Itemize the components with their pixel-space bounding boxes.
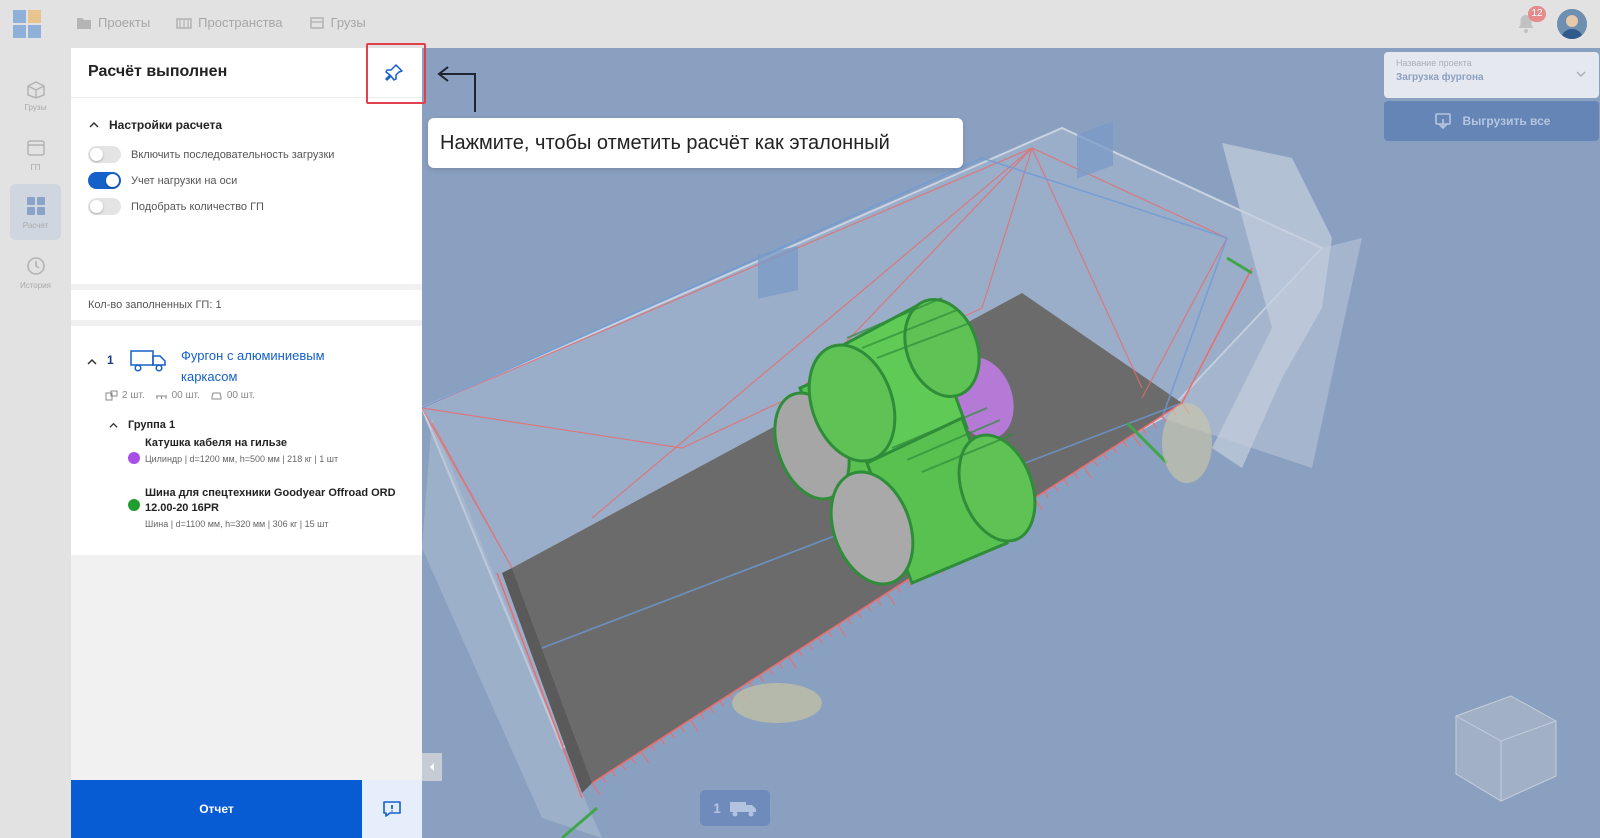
loading-sequence-label: Включить последовательность загрузки [131,148,335,161]
calculation-panel: Расчёт выполнен Настройки расчета Включи… [71,48,422,838]
cargo-color-dot [128,452,140,464]
feedback-icon [383,801,401,817]
vehicle-stats: 2 шт. 00 шт. 00 шт. [105,390,255,401]
rail-label-history: История [19,280,52,290]
clock-icon [26,256,45,275]
settings-toggle-header[interactable]: Настройки расчета [89,118,222,132]
nav-spaces-label: Пространства [198,15,283,30]
rail-label-cargo: Грузы [24,102,47,112]
group-header[interactable]: Группа 1 [109,419,175,431]
rail-item-history[interactable]: История [10,244,61,300]
rail-label-gp: ГП [30,162,41,172]
rail-item-cargo[interactable]: Грузы [10,66,61,122]
page-title: Расчёт выполнен [88,63,228,80]
cargo-desc: Шина | d=1100 мм, h=320 мм | 306 кг | 15… [145,519,329,529]
chevron-left-icon [430,763,434,771]
toggle-row-axle-load: Учет нагрузки на оси [88,172,237,189]
car-icon [211,392,222,400]
filled-count-text: Кол-во заполненных ГП: 1 [88,299,222,311]
project-select[interactable]: Название проекта Загрузка фургона [1384,52,1599,98]
grid-icon [26,196,45,215]
stat-pallets-value: 00 шт. [171,390,200,401]
calculation-settings: Настройки расчета Включить последователь… [71,98,422,284]
box-icon [309,16,324,29]
user-avatar-icon [1557,9,1587,39]
avatar[interactable] [1557,9,1587,39]
nav-cargo-label: Грузы [330,15,366,30]
stat-boxes-value: 2 шт. [122,390,145,401]
stat-vehicles: 00 шт. [210,390,255,401]
project-select-label: Название проекта [1396,58,1472,68]
stat-vehicles-value: 00 шт. [226,390,255,401]
pallet-icon [155,395,167,399]
toggle-row-loading-sequence: Включить последовательность загрузки [88,146,334,163]
feedback-button[interactable] [362,780,422,838]
unload-all-label: Выгрузить все [1462,114,1551,128]
truck-icon [130,350,166,372]
filled-count-box: Кол-во заполненных ГП: 1 [71,290,422,320]
cargo-item[interactable]: Шина для спецтехники Goodyear Offroad OR… [128,486,408,536]
settings-title: Настройки расчета [109,118,223,132]
project-select-value: Загрузка фургона [1396,72,1484,83]
axle-load-label: Учет нагрузки на оси [131,174,238,187]
nav-projects[interactable]: Проекты [76,15,150,30]
rail-label-calculation: Расчет [22,220,49,230]
chevron-up-icon [89,121,99,128]
cargo-desc: Цилиндр | d=1200 мм, h=500 мм | 218 кг |… [145,454,339,464]
vehicle-card: 1 Фургон с алюминиевым каркасом 2 шт. 00… [71,326,422,555]
rail-item-calculation[interactable]: Расчет [10,184,61,240]
unload-all-button[interactable]: Выгрузить все [1384,101,1599,141]
toggle-row-vehicle-count: Подобрать количество ГП [88,198,264,215]
tutorial-highlight [366,43,426,104]
vehicle-count-label: Подобрать количество ГП [131,200,264,213]
vehicle-number: 1 [107,353,114,367]
stat-pallets: 00 шт. [155,390,200,401]
loading-sequence-toggle[interactable] [88,146,121,163]
view-cube-icon[interactable] [1446,686,1566,806]
vehicle-selector-badge[interactable]: 1 [700,790,770,826]
rail-item-gp[interactable]: ГП [10,126,61,182]
cargo-name: Катушка кабеля на гильзе [145,437,287,449]
notification-badge: 12 [1528,6,1546,22]
stat-boxes: 2 шт. [105,390,145,401]
nav-cargo[interactable]: Грузы [309,15,366,30]
vehicle-space-icon [26,139,45,156]
cargo-color-dot [128,499,140,511]
tutorial-tooltip-text: Нажмите, чтобы отметить расчёт как этало… [440,132,890,154]
chevron-up-icon [109,422,118,428]
vehicle-badge-number: 1 [713,800,721,816]
app-logo-icon[interactable] [12,9,42,39]
truck-icon [729,802,756,817]
tutorial-tooltip: Нажмите, чтобы отметить расчёт как этало… [428,118,963,168]
axle-load-toggle[interactable] [88,172,121,189]
vehicle-name-link[interactable]: Фургон с алюминиевым каркасом [181,345,381,387]
left-rail: Грузы ГП Расчет История [0,48,71,838]
boxes-icon [26,80,45,99]
folder-icon [77,17,91,29]
nav-projects-label: Проекты [98,15,151,30]
tutorial-arrow-icon [437,66,476,112]
top-bar: Проекты Пространства Грузы 12 [0,0,1600,48]
top-nav: Проекты Пространства Грузы [76,15,366,30]
vehicle-collapse-chevron-icon[interactable] [87,357,97,367]
group-title: Группа 1 [128,419,176,431]
chevron-down-icon [1576,71,1586,78]
unload-icon [1434,113,1451,130]
collapse-panel-tab[interactable] [422,753,442,781]
boxes-icon [105,390,118,401]
report-button[interactable]: Отчет [71,780,362,838]
vehicle-count-toggle[interactable] [88,198,121,215]
cargo-item[interactable]: Катушка кабеля на гильзе Цилиндр | d=120… [128,436,408,486]
nav-spaces[interactable]: Пространства [176,15,283,30]
container-icon [176,17,192,29]
cargo-name: Шина для спецтехники Goodyear Offroad OR… [145,487,396,514]
